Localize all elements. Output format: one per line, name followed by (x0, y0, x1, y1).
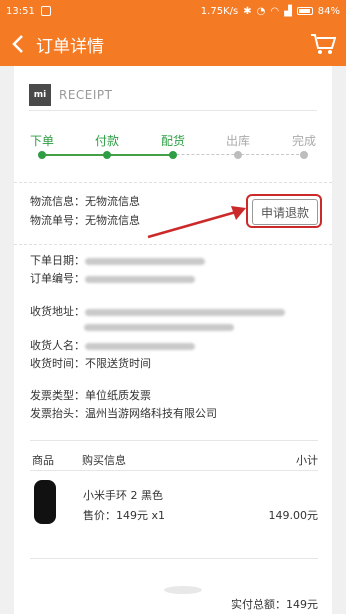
order-detail-card: mi RECEIPT 下单 付款 配货 出库 完成 物流信息：无物流信息 物流单… (14, 66, 332, 614)
signal-icon: ▟ (284, 5, 292, 17)
divider (14, 244, 332, 246)
page-title: 订单详情 (36, 36, 104, 57)
status-time: 13:51 (6, 5, 35, 17)
battery-icon (296, 7, 313, 15)
alarm-icon: ◔ (256, 5, 266, 17)
step-dot (38, 151, 46, 159)
redacted-address (85, 308, 285, 316)
redacted-date (85, 257, 205, 265)
wifi-icon: ◠ (270, 5, 280, 17)
col-product: 商品 (32, 454, 54, 467)
divider (30, 440, 318, 441)
step-dot (103, 151, 111, 159)
step-dot (169, 151, 177, 159)
cart-button[interactable] (300, 22, 346, 66)
product-name: 小米手环 2 黑色 (83, 489, 163, 502)
shipping-address: 收货地址： (30, 304, 285, 320)
chevron-left-icon (12, 35, 23, 53)
invoice-info: 发票类型：单位纸质发票 发票抬头：温州当游网络科技有限公司 (30, 388, 217, 422)
back-button[interactable] (0, 22, 36, 66)
order-info: 下单日期： 订单编号： (30, 253, 205, 287)
product-subtotal: 149.00元 (268, 509, 319, 522)
col-purchase-info: 购买信息 (82, 454, 126, 467)
scroll-shadow (164, 586, 202, 594)
step-dot (234, 151, 242, 159)
shipping-recipient: 收货人名： 收货时间：不限送货时间 (30, 338, 195, 372)
order-total: 实付总额：149元 (231, 598, 318, 611)
order-number-label: 订单编号： (30, 272, 85, 285)
network-speed: 1.75K/s (200, 5, 239, 17)
invoice-title-label: 发票抬头： (30, 407, 85, 420)
redacted-address-line2 (84, 324, 234, 331)
notification-icon (40, 6, 51, 16)
invoice-type-value: 单位纸质发票 (85, 389, 151, 402)
status-bar: 13:51 1.75K/s ✱ ◔ ◠ ▟ 84% (0, 0, 346, 22)
col-subtotal: 小计 (296, 454, 318, 467)
order-date-label: 下单日期： (30, 254, 85, 267)
invoice-title-value: 温州当游网络科技有限公司 (85, 407, 217, 420)
redacted-number (85, 275, 195, 283)
bluetooth-icon: ✱ (243, 5, 252, 17)
battery-percent: 84% (317, 5, 340, 17)
delivery-time-label: 收货时间： (30, 357, 85, 370)
cart-icon (311, 34, 336, 54)
app-bar: 订单详情 (0, 22, 346, 66)
product-price: 售价：149元 x1 (83, 509, 166, 522)
arrow-annotation (147, 206, 246, 239)
recipient-label: 收货人名： (30, 339, 85, 352)
divider (30, 558, 318, 559)
address-label: 收货地址： (30, 305, 85, 318)
items-table-header: 商品 购买信息 小计 (30, 450, 318, 471)
product-image (34, 480, 56, 524)
delivery-time-value: 不限送货时间 (85, 357, 151, 370)
step-dot (300, 151, 308, 159)
redacted-name (85, 342, 195, 350)
invoice-type-label: 发票类型： (30, 389, 85, 402)
